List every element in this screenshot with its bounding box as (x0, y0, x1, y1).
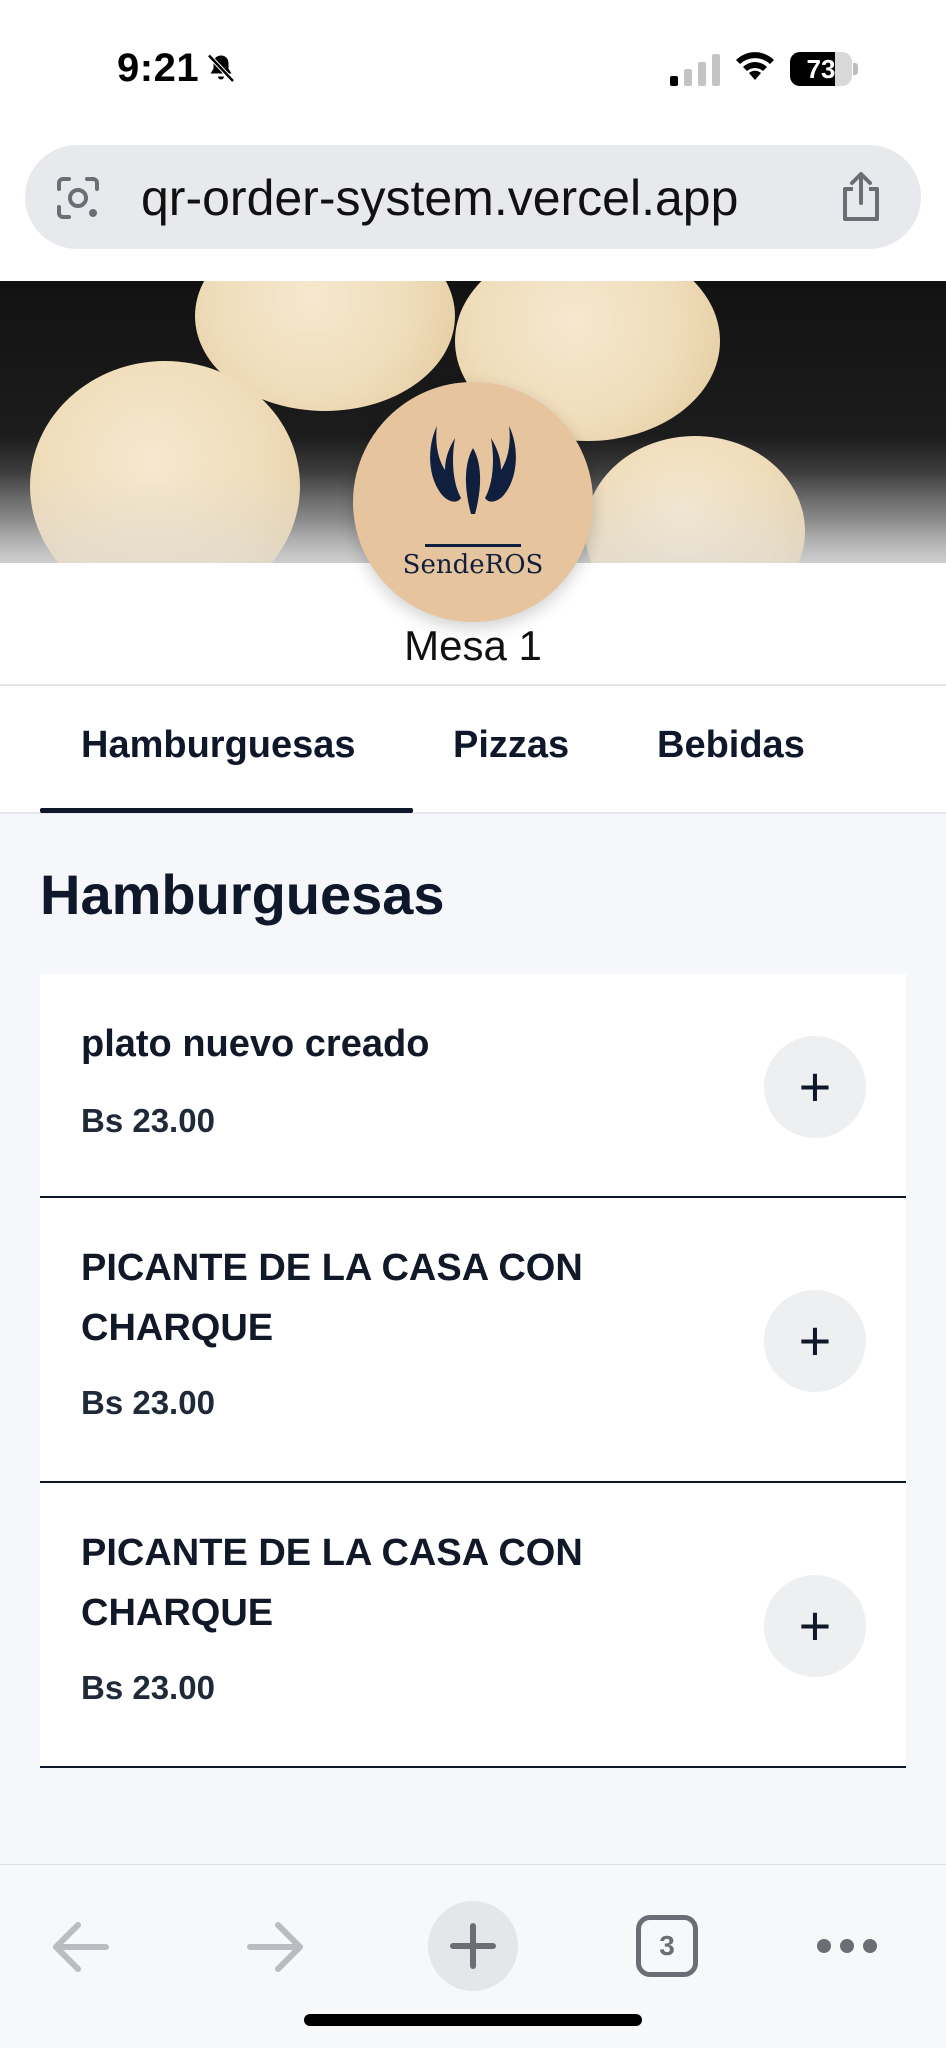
plus-icon: + (798, 1055, 832, 1118)
section-title: Hamburguesas (40, 863, 445, 926)
item-name: PICANTE DE LA CASA CON CHARQUE (81, 1532, 583, 1634)
time-text: 9:21 (117, 46, 200, 90)
restaurant-logo: SendeROS (353, 382, 593, 622)
add-to-cart-button[interactable]: + (764, 1036, 866, 1138)
logo-mark-icon (430, 426, 516, 514)
add-to-cart-button[interactable]: + (764, 1290, 866, 1392)
forward-arrow-icon[interactable] (246, 1921, 306, 1973)
wifi-icon (736, 52, 774, 80)
bell-slash-icon (207, 53, 235, 83)
new-tab-plus-icon (450, 1923, 496, 1969)
home-indicator (304, 2014, 642, 2026)
new-tab-button[interactable] (428, 1901, 518, 1991)
item-price: Bs 23.00 (81, 1102, 215, 1139)
cellular-signal-icon (670, 54, 720, 86)
add-to-cart-button[interactable]: + (764, 1575, 866, 1677)
url-text[interactable]: qr-order-system.vercel.app (141, 169, 738, 227)
logo-text: SendeROS (402, 550, 544, 580)
item-price: Bs 23.00 (81, 1669, 215, 1706)
back-arrow-icon[interactable] (50, 1921, 110, 1973)
menu-item-card[interactable]: PICANTE DE LA CASA CON CHARQUE Bs 23.00 … (40, 1483, 906, 1768)
active-tab-indicator (40, 808, 413, 813)
tab-pizzas[interactable]: Pizzas (453, 724, 569, 767)
battery-percent: 73 (806, 54, 836, 84)
item-name: PICANTE DE LA CASA CON CHARQUE (81, 1247, 583, 1349)
more-icon[interactable] (816, 1935, 878, 1957)
tab-count: 3 (659, 1930, 675, 1961)
plus-icon: + (798, 1594, 832, 1657)
menu-item-card[interactable]: PICANTE DE LA CASA CON CHARQUE Bs 23.00 … (40, 1198, 906, 1483)
tabs-icon[interactable]: 3 (636, 1915, 698, 1977)
table-label: Mesa 1 (404, 622, 542, 669)
menu-section: Hamburguesas plato nuevo creado Bs 23.00… (0, 814, 946, 1864)
status-bar: 9:21 73 (0, 0, 946, 140)
plus-icon: + (798, 1309, 832, 1372)
share-icon[interactable] (837, 171, 885, 223)
menu-item-card[interactable]: plato nuevo creado Bs 23.00 + (40, 974, 906, 1198)
status-time: 9:21 (117, 46, 239, 91)
item-name: plato nuevo creado (81, 1023, 430, 1065)
lens-icon[interactable] (55, 175, 101, 221)
tab-bebidas[interactable]: Bebidas (657, 724, 805, 767)
address-bar[interactable]: qr-order-system.vercel.app (25, 145, 921, 249)
category-tabs: Hamburguesas Pizzas Bebidas (0, 686, 946, 814)
battery-icon: 73 (790, 52, 858, 86)
tab-hamburguesas[interactable]: Hamburguesas (81, 724, 356, 767)
item-price: Bs 23.00 (81, 1384, 215, 1421)
